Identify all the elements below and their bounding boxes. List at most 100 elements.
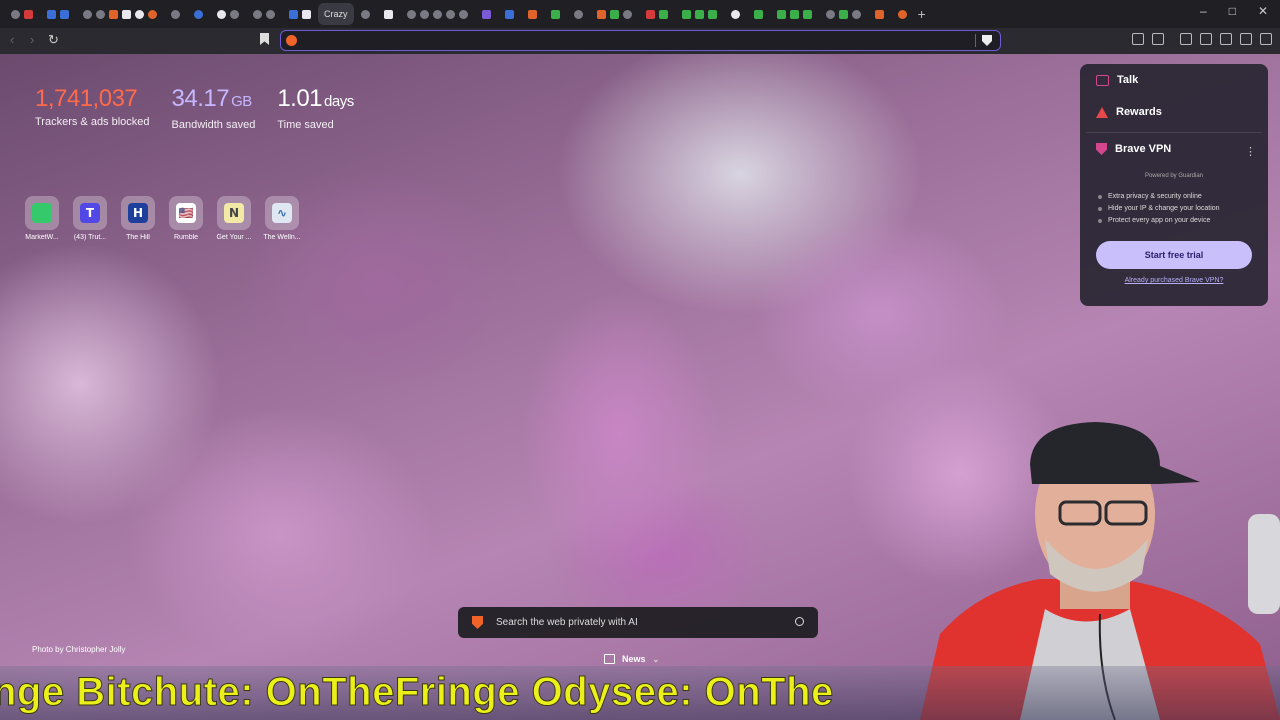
- media-icon[interactable]: [1200, 33, 1212, 45]
- tab-favicon[interactable]: [694, 9, 704, 19]
- news-icon: [604, 654, 615, 664]
- urlbar-divider: [975, 34, 976, 47]
- top-site-icon-bg: [25, 196, 59, 230]
- tab-favicon[interactable]: [825, 9, 835, 19]
- panel-icon[interactable]: [1220, 33, 1232, 45]
- url-input[interactable]: [303, 33, 963, 48]
- talk-item[interactable]: Talk: [1096, 74, 1138, 86]
- new-tab-button[interactable]: +: [918, 6, 926, 22]
- tab-favicon[interactable]: [419, 9, 429, 19]
- tab-favicon[interactable]: [445, 9, 455, 19]
- reload-button[interactable]: ↻: [48, 32, 59, 48]
- tab-favicon[interactable]: [11, 9, 20, 19]
- tab-favicon[interactable]: [96, 9, 105, 19]
- time-value-wrap: 1.01 days: [277, 84, 354, 117]
- powered-by-text: Powered by Guardian: [1144, 173, 1204, 179]
- tab-favicon[interactable]: [481, 9, 491, 19]
- tab-favicon[interactable]: [83, 9, 92, 19]
- already-purchased-link[interactable]: Already purchased Brave VPN?: [1086, 277, 1262, 284]
- forward-button[interactable]: ›: [30, 32, 34, 47]
- tab-favicon[interactable]: [24, 9, 33, 19]
- tab-favicon[interactable]: [109, 9, 118, 19]
- tab-active[interactable]: Crazy: [318, 3, 354, 25]
- tab-favicon[interactable]: [789, 9, 799, 19]
- tab-favicon[interactable]: [753, 9, 763, 19]
- minimize-button[interactable]: –: [1200, 4, 1207, 18]
- top-site-label: MarketW...: [25, 234, 59, 241]
- tab-favicon[interactable]: [897, 9, 907, 19]
- top-site-tile[interactable]: H The Hill: [118, 196, 158, 241]
- tab-favicon[interactable]: [135, 9, 144, 19]
- tab-favicon[interactable]: [122, 9, 131, 19]
- extension-icon[interactable]: [1132, 33, 1144, 45]
- tab-favicon[interactable]: [707, 9, 717, 19]
- menu-icon[interactable]: [1260, 33, 1272, 45]
- vpn-feature-text: Protect every app on your device: [1108, 217, 1211, 224]
- tab-favicon[interactable]: [360, 9, 370, 19]
- tab-favicon[interactable]: [776, 9, 786, 19]
- toolbar: ‹ › ↻: [0, 28, 1280, 54]
- tab-favicon[interactable]: [432, 9, 442, 19]
- tab-favicon[interactable]: [573, 9, 583, 19]
- top-site-tile[interactable]: T (43) Trut...: [70, 196, 110, 241]
- tab-favicon[interactable]: [730, 9, 740, 19]
- tab-favicon[interactable]: [609, 9, 619, 19]
- tab-favicon[interactable]: [658, 9, 668, 19]
- tab-favicon[interactable]: [194, 9, 203, 19]
- brave-lion-icon: [472, 616, 483, 629]
- photo-credit[interactable]: Photo by Christopher Jolly: [32, 645, 125, 654]
- tab-favicon[interactable]: [851, 9, 861, 19]
- search-icon[interactable]: [795, 617, 804, 626]
- tab-favicon[interactable]: [681, 9, 691, 19]
- maximize-button[interactable]: □: [1229, 4, 1236, 18]
- more-options-icon[interactable]: ⋮: [1245, 145, 1256, 158]
- search-input[interactable]: [496, 615, 786, 630]
- address-bar[interactable]: [280, 30, 1001, 51]
- tab-favicon[interactable]: [596, 9, 606, 19]
- top-site-tile[interactable]: ∿ The Welln...: [262, 196, 302, 241]
- bookmark-icon[interactable]: [260, 33, 269, 45]
- tab-favicon[interactable]: [458, 9, 468, 19]
- tab-favicon[interactable]: [383, 9, 393, 19]
- tab-favicon[interactable]: [266, 9, 275, 19]
- tab-favicon[interactable]: [47, 9, 56, 19]
- download-icon[interactable]: [1180, 33, 1192, 45]
- top-site-label: Rumble: [173, 234, 199, 241]
- vpn-header: Brave VPN: [1096, 143, 1171, 155]
- tab-favicon[interactable]: [302, 9, 311, 19]
- puzzle-icon[interactable]: [1240, 33, 1252, 45]
- tab-favicon[interactable]: [622, 9, 632, 19]
- close-window-button[interactable]: ✕: [1258, 4, 1268, 18]
- top-site-tile[interactable]: MarketW...: [22, 196, 62, 241]
- tab-favicon[interactable]: [504, 9, 514, 19]
- bandwidth-value-wrap: 34.17 GB: [172, 84, 256, 117]
- tab-favicon[interactable]: [217, 9, 226, 19]
- tab-favicon[interactable]: [253, 9, 262, 19]
- back-button[interactable]: ‹: [10, 32, 14, 47]
- rewards-item[interactable]: Rewards: [1096, 106, 1162, 118]
- sidebar-icon[interactable]: [1152, 33, 1164, 45]
- time-unit: days: [324, 93, 354, 110]
- tab-favicon[interactable]: [550, 9, 560, 19]
- tab-favicon[interactable]: [527, 9, 537, 19]
- rewards-triangle-icon: [1096, 106, 1108, 118]
- brave-side-panel: Talk Rewards Brave VPN ⋮ Powered by Guar…: [1080, 64, 1268, 306]
- tab-favicon[interactable]: [289, 9, 298, 19]
- tab-favicon[interactable]: [645, 9, 655, 19]
- tab-favicon[interactable]: [171, 9, 180, 19]
- tab-favicon[interactable]: [148, 9, 157, 19]
- news-toggle[interactable]: News ⌄: [604, 654, 659, 664]
- tab-favicon[interactable]: [60, 9, 69, 19]
- tab-favicon[interactable]: [802, 9, 812, 19]
- tab-favicon[interactable]: [406, 9, 416, 19]
- search-box[interactable]: [458, 607, 818, 638]
- rewards-label: Rewards: [1116, 106, 1162, 118]
- tab-favicon[interactable]: [230, 9, 239, 19]
- top-site-label: (43) Trut...: [73, 234, 107, 241]
- top-site-tile[interactable]: 🇺🇸 Rumble: [166, 196, 206, 241]
- top-site-tile[interactable]: N Get Your ...: [214, 196, 254, 241]
- brave-shields-icon[interactable]: [982, 35, 992, 46]
- start-free-trial-button[interactable]: Start free trial: [1096, 241, 1252, 269]
- tab-favicon[interactable]: [838, 9, 848, 19]
- tab-favicon[interactable]: [874, 9, 884, 19]
